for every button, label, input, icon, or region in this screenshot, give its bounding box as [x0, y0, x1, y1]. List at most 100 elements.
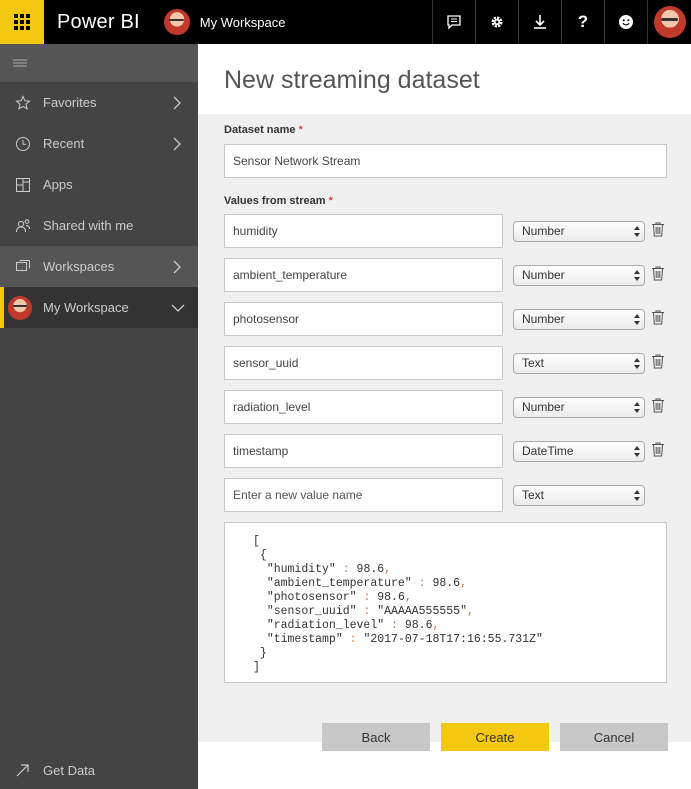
sidebar-item-workspaces[interactable]: Workspaces [0, 246, 198, 287]
app-title[interactable]: Power BI [57, 11, 140, 34]
required-mark: * [298, 124, 303, 136]
dataset-name-input[interactable] [224, 144, 667, 178]
json-open-bracket: [ [253, 535, 260, 548]
value-name-input[interactable] [224, 302, 503, 336]
select-arrows-icon [634, 402, 640, 413]
get-data-label: Get Data [43, 762, 96, 778]
json-value: 98.6 [377, 591, 405, 604]
value-type-select[interactable]: Number [513, 265, 645, 286]
help-button[interactable]: ? [561, 0, 604, 44]
sidebar-item-shared-with-me[interactable]: Shared with me [0, 205, 198, 246]
trash-icon[interactable] [652, 310, 664, 325]
sidebar-item-recent[interactable]: Recent [0, 123, 198, 164]
create-button[interactable]: Create [441, 723, 549, 751]
new-value-type-select[interactable]: Text [513, 485, 645, 506]
value-type-selected: Number [522, 224, 565, 238]
smiley-icon [619, 15, 633, 29]
menu-toggle-button[interactable] [0, 44, 198, 82]
json-value: 98.6 [404, 619, 433, 632]
select-arrows-icon [634, 314, 640, 325]
value-type-select[interactable]: DateTime [513, 441, 645, 462]
value-name-input[interactable] [224, 258, 503, 292]
help-icon: ? [577, 12, 589, 31]
value-row: Text [224, 346, 674, 380]
value-name-input[interactable] [224, 346, 503, 380]
value-row: DateTime [224, 434, 674, 468]
chevron-right-icon [173, 260, 181, 273]
json-value: 98.6 [432, 577, 461, 590]
values-label-text: Values from stream [224, 195, 326, 207]
json-key: "timestamp" [266, 633, 343, 646]
value-type-select[interactable]: Number [513, 309, 645, 330]
apps-icon [16, 177, 30, 192]
json-value: "2017-07-18T17:16:55.731Z" [363, 633, 543, 646]
sidebar-item-favorites[interactable]: Favorites [0, 82, 198, 123]
value-type-select[interactable]: Number [513, 221, 645, 242]
cancel-button[interactable]: Cancel [560, 723, 668, 751]
workspace-avatar [163, 9, 190, 35]
value-type-selected: Text [522, 356, 545, 370]
json-key: "humidity" [266, 563, 336, 576]
dataset-name-label-text: Dataset name [224, 124, 296, 136]
json-key: "ambient_temperature" [266, 577, 412, 590]
app-launcher-button[interactable] [0, 0, 44, 44]
top-bar: Power BI My Workspace ? [0, 0, 691, 44]
feedback-button[interactable] [432, 0, 475, 44]
page-title: New streaming dataset [224, 66, 480, 94]
value-row: Number [224, 258, 674, 292]
top-icons: ? [432, 0, 691, 44]
sidebar-item-apps[interactable]: Apps [0, 164, 198, 205]
back-button[interactable]: Back [322, 723, 430, 751]
new-value-name-input[interactable] [224, 478, 503, 512]
dataset-name-label: Dataset name * [224, 124, 303, 136]
trash-icon[interactable] [652, 442, 664, 457]
json-key: "radiation_level" [266, 619, 385, 632]
settings-button[interactable] [475, 0, 518, 44]
required-mark: * [328, 195, 333, 207]
json-close-bracket: ] [253, 661, 260, 674]
json-preview[interactable]: [ { "humidity" : 98.6, "ambient_temperat… [224, 522, 667, 683]
sidebar-item-label: My Workspace [43, 300, 129, 315]
account-button[interactable] [647, 0, 691, 44]
star-icon [15, 94, 31, 110]
value-name-input[interactable] [224, 434, 503, 468]
json-key: "sensor_uuid" [266, 605, 357, 618]
value-name-input[interactable] [224, 214, 503, 248]
trash-icon[interactable] [652, 222, 664, 237]
workspace-label: My Workspace [199, 14, 286, 30]
chevron-down-icon [171, 304, 185, 312]
sidebar: Favorites Recent Apps Shared with me Wor… [0, 44, 198, 789]
trash-icon[interactable] [652, 266, 664, 281]
sidebar-item-label: Favorites [43, 95, 97, 110]
value-row: Number [224, 302, 674, 336]
user-avatar [653, 6, 686, 38]
value-row: Number [224, 390, 674, 424]
gear-icon [491, 16, 503, 28]
value-type-selected: Number [522, 400, 565, 414]
value-type-selected: Text [522, 488, 545, 502]
sidebar-item-label: Shared with me [43, 218, 134, 233]
value-type-selected: DateTime [522, 444, 574, 458]
workspace-switcher[interactable]: My Workspace [163, 9, 286, 35]
value-type-select[interactable]: Number [513, 397, 645, 418]
value-type-select[interactable]: Text [513, 353, 645, 374]
download-button[interactable] [518, 0, 561, 44]
feedback-icon [447, 15, 461, 30]
download-icon [534, 15, 546, 29]
select-arrows-icon [634, 358, 640, 369]
trash-icon[interactable] [652, 398, 664, 413]
waffle-icon [14, 14, 30, 30]
sidebar-item-my-workspace[interactable]: My Workspace [0, 287, 198, 328]
value-name-input[interactable] [224, 390, 503, 424]
my-workspace-avatar [8, 295, 32, 320]
json-open-brace: { [259, 549, 267, 562]
value-row: Number [224, 214, 674, 248]
get-data-button[interactable]: Get Data [0, 751, 198, 789]
json-key: "photosensor" [266, 591, 357, 604]
json-value: 98.6 [356, 563, 385, 576]
select-arrows-icon [634, 226, 640, 237]
trash-icon[interactable] [652, 354, 664, 369]
sidebar-item-label: Workspaces [43, 259, 115, 274]
chevron-right-icon [173, 96, 181, 109]
smiley-button[interactable] [604, 0, 647, 44]
